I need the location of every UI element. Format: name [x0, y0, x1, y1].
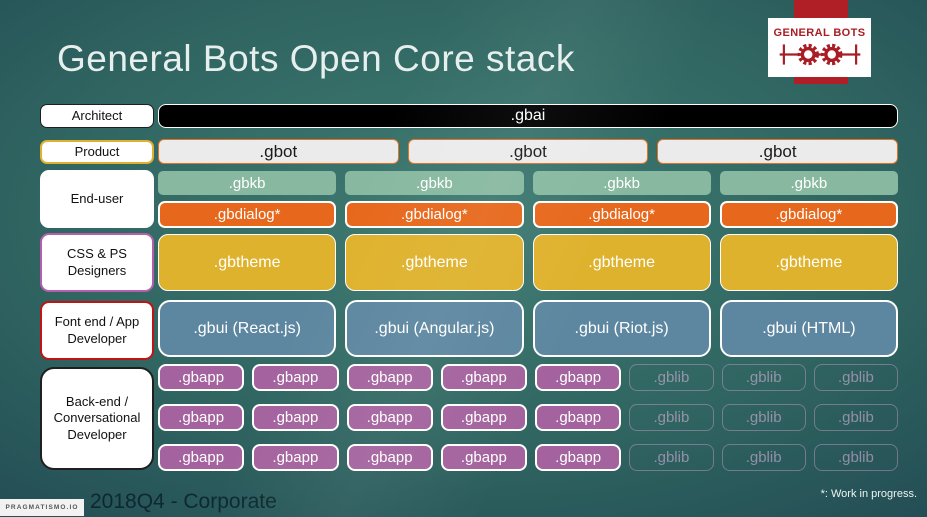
gbapp-box: .gbapp — [252, 404, 339, 431]
gbapp-box: .gbapp — [440, 444, 527, 471]
role-label-css-ps-designers: CSS & PS Designers — [40, 233, 154, 292]
gblib-box: .gblib — [629, 364, 714, 391]
gbkb-box: .gbkb — [532, 171, 711, 195]
gear-right — [820, 43, 842, 65]
gblib-box: .gblib — [629, 444, 714, 471]
row-gbot: .gbot .gbot .gbot — [158, 139, 899, 164]
gbui-angular-box: .gbui (Angular.js) — [345, 300, 524, 357]
work-in-progress-footnote: *: Work in progress. — [820, 488, 917, 500]
row-gbapp-3: .gbapp .gbapp .gbapp .gbapp .gbapp .gbli… — [158, 444, 898, 471]
row-gbui: .gbui (React.js) .gbui (Angular.js) .gbu… — [158, 300, 898, 357]
row-gbtheme: .gbtheme .gbtheme .gbtheme .gbtheme — [158, 234, 898, 291]
gbui-riot-box: .gbui (Riot.js) — [532, 300, 711, 357]
gbdialog-box: .gbdialog* — [158, 201, 337, 228]
gbtheme-box: .gbtheme — [345, 234, 524, 291]
gbapp-box: .gbapp — [440, 404, 527, 431]
logo-brand-text: GENERAL BOTS — [773, 26, 866, 39]
gblib-box: .gblib — [813, 404, 898, 431]
gbapp-box: .gbapp — [158, 364, 245, 391]
gbkb-box: .gbkb — [345, 171, 524, 195]
gbapp-box: .gbapp — [158, 444, 245, 471]
gear-left — [797, 43, 819, 65]
role-label-architect: Architect — [40, 104, 154, 128]
slide-canvas: General Bots Open Core stack GENERAL BOT… — [0, 0, 927, 517]
role-label-product: Product — [40, 140, 154, 164]
gbapp-box: .gbapp — [346, 404, 433, 431]
gbapp-box: .gbapp — [252, 444, 339, 471]
gbkb-box: .gbkb — [719, 171, 898, 195]
row-gbdialog: .gbdialog* .gbdialog* .gbdialog* .gbdial… — [158, 201, 898, 228]
row-gbapp-2: .gbapp .gbapp .gbapp .gbapp .gbapp .gbli… — [158, 404, 898, 431]
row-gbai: .gbai — [158, 104, 898, 128]
gblib-box: .gblib — [721, 444, 806, 471]
gbdialog-box: .gbdialog* — [719, 201, 898, 228]
gblib-box: .gblib — [813, 364, 898, 391]
gbtheme-box: .gbtheme — [719, 234, 898, 291]
role-label-end-user: End-user — [40, 170, 154, 228]
gblib-box: .gblib — [721, 364, 806, 391]
gbtheme-box: .gbtheme — [158, 234, 337, 291]
gblib-box: .gblib — [813, 444, 898, 471]
gbot-box: .gbot — [657, 139, 899, 164]
gbapp-box: .gbapp — [535, 444, 622, 471]
page-title: General Bots Open Core stack — [57, 38, 575, 79]
gears-icon — [779, 43, 860, 65]
gbapp-box: .gbapp — [252, 364, 339, 391]
row-gbkb: .gbkb .gbkb .gbkb .gbkb — [158, 171, 898, 195]
gbdialog-box: .gbdialog* — [345, 201, 524, 228]
gbot-box: .gbot — [407, 139, 649, 164]
gbdialog-box: .gbdialog* — [532, 201, 711, 228]
gblib-box: .gblib — [721, 404, 806, 431]
row-gbapp-1: .gbapp .gbapp .gbapp .gbapp .gbapp .gbli… — [158, 364, 898, 391]
gbapp-box: .gbapp — [535, 364, 622, 391]
gbapp-box: .gbapp — [440, 364, 527, 391]
general-bots-logo: GENERAL BOTS — [768, 18, 871, 77]
gblib-box: .gblib — [629, 404, 714, 431]
gbkb-box: .gbkb — [158, 171, 337, 195]
gbui-react-box: .gbui (React.js) — [158, 300, 337, 357]
role-label-front-end-app-developer: Font end / App Developer — [40, 301, 154, 360]
role-label-back-end-conversational-developer: Back-end / Conversational Developer — [40, 367, 154, 470]
gbui-html-box: .gbui (HTML) — [719, 300, 898, 357]
gbapp-box: .gbapp — [158, 404, 245, 431]
gbtheme-box: .gbtheme — [532, 234, 711, 291]
gbapp-box: .gbapp — [535, 404, 622, 431]
gbapp-box: .gbapp — [346, 364, 433, 391]
gbai-box: .gbai — [158, 104, 898, 128]
pragmatismo-watermark: PRAGMATISMO.IO — [0, 499, 84, 516]
slide-footer-label: 2018Q4 - Corporate — [90, 490, 277, 513]
gbot-box: .gbot — [158, 139, 399, 164]
gbapp-box: .gbapp — [346, 444, 433, 471]
